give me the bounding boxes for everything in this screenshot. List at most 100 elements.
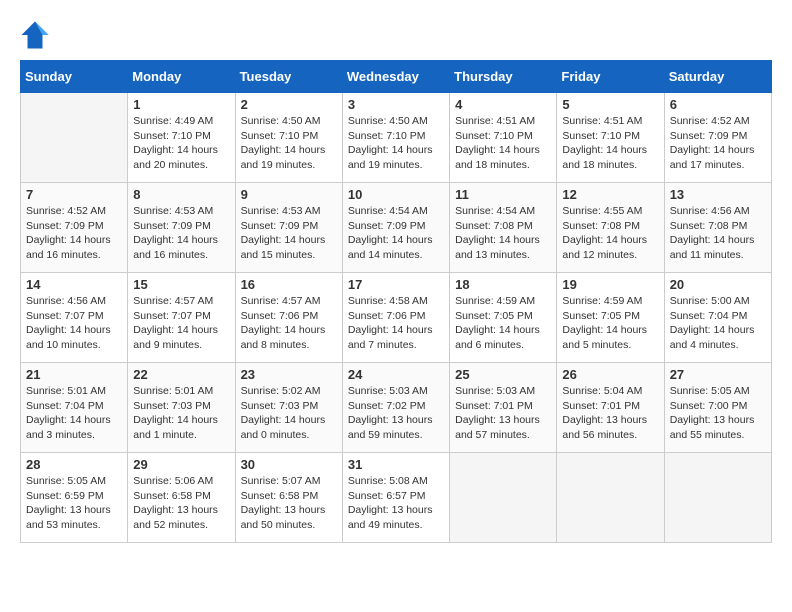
day-number: 9 — [241, 187, 337, 202]
day-info: Sunrise: 5:02 AM Sunset: 7:03 PM Dayligh… — [241, 384, 337, 443]
calendar-cell: 18Sunrise: 4:59 AM Sunset: 7:05 PM Dayli… — [450, 273, 557, 363]
day-info: Sunrise: 5:03 AM Sunset: 7:01 PM Dayligh… — [455, 384, 551, 443]
calendar-week-1: 1 Sunrise: 4:49 AM Sunset: 7:10 PM Daylig… — [21, 93, 772, 183]
calendar-cell: 1 Sunrise: 4:49 AM Sunset: 7:10 PM Daylig… — [128, 93, 235, 183]
day-info: Sunrise: 4:54 AM Sunset: 7:09 PM Dayligh… — [348, 204, 444, 263]
day-info: Sunrise: 4:57 AM Sunset: 7:07 PM Dayligh… — [133, 294, 229, 353]
calendar-week-5: 28 Sunrise: 5:05 AM Sunset: 6:59 PM Dayli… — [21, 453, 772, 543]
calendar-week-4: 21 Sunrise: 5:01 AM Sunset: 7:04 PM Dayli… — [21, 363, 772, 453]
calendar-cell — [21, 93, 128, 183]
day-number: 10 — [348, 187, 444, 202]
calendar-cell: 12Sunrise: 4:55 AM Sunset: 7:08 PM Dayli… — [557, 183, 664, 273]
weekday-header-thursday: Thursday — [450, 61, 557, 93]
page-header — [20, 20, 772, 50]
day-info: Sunrise: 4:56 AM Sunset: 7:07 PM Dayligh… — [26, 294, 122, 353]
day-info: Sunrise: 5:00 AM Sunset: 7:04 PM Dayligh… — [670, 294, 766, 353]
calendar-cell: 4 Sunrise: 4:51 AM Sunset: 7:10 PM Daylig… — [450, 93, 557, 183]
calendar-cell: 29Sunrise: 5:06 AM Sunset: 6:58 PM Dayli… — [128, 453, 235, 543]
calendar-cell: 31 Sunrise: 5:08 AM Sunset: 6:57 PM Dayli… — [342, 453, 449, 543]
day-number: 26 — [562, 367, 658, 382]
day-number: 14 — [26, 277, 122, 292]
weekday-header-saturday: Saturday — [664, 61, 771, 93]
day-number: 13 — [670, 187, 766, 202]
day-info: Sunrise: 4:51 AM Sunset: 7:10 PM Dayligh… — [455, 114, 551, 173]
day-number: 11 — [455, 187, 551, 202]
calendar-cell: 10 Sunrise: 4:54 AM Sunset: 7:09 PM Dayli… — [342, 183, 449, 273]
day-number: 6 — [670, 97, 766, 112]
calendar-cell: 17 Sunrise: 4:58 AM Sunset: 7:06 PM Dayli… — [342, 273, 449, 363]
day-number: 21 — [26, 367, 122, 382]
day-info: Sunrise: 5:07 AM Sunset: 6:58 PM Dayligh… — [241, 474, 337, 533]
day-number: 31 — [348, 457, 444, 472]
day-info: Sunrise: 4:53 AM Sunset: 7:09 PM Dayligh… — [133, 204, 229, 263]
day-info: Sunrise: 4:53 AM Sunset: 7:09 PM Dayligh… — [241, 204, 337, 263]
day-number: 24 — [348, 367, 444, 382]
day-info: Sunrise: 4:54 AM Sunset: 7:08 PM Dayligh… — [455, 204, 551, 263]
day-number: 3 — [348, 97, 444, 112]
day-info: Sunrise: 4:58 AM Sunset: 7:06 PM Dayligh… — [348, 294, 444, 353]
day-number: 19 — [562, 277, 658, 292]
day-number: 20 — [670, 277, 766, 292]
day-info: Sunrise: 4:56 AM Sunset: 7:08 PM Dayligh… — [670, 204, 766, 263]
calendar-cell — [664, 453, 771, 543]
day-info: Sunrise: 4:50 AM Sunset: 7:10 PM Dayligh… — [348, 114, 444, 173]
day-number: 12 — [562, 187, 658, 202]
calendar-cell: 6Sunrise: 4:52 AM Sunset: 7:09 PM Daylig… — [664, 93, 771, 183]
weekday-header-friday: Friday — [557, 61, 664, 93]
calendar-cell: 22Sunrise: 5:01 AM Sunset: 7:03 PM Dayli… — [128, 363, 235, 453]
calendar-cell: 15 Sunrise: 4:57 AM Sunset: 7:07 PM Dayli… — [128, 273, 235, 363]
day-number: 28 — [26, 457, 122, 472]
day-number: 5 — [562, 97, 658, 112]
weekday-header-wednesday: Wednesday — [342, 61, 449, 93]
logo-icon — [20, 20, 50, 50]
day-info: Sunrise: 5:01 AM Sunset: 7:04 PM Dayligh… — [26, 384, 122, 443]
calendar-cell: 13 Sunrise: 4:56 AM Sunset: 7:08 PM Dayli… — [664, 183, 771, 273]
day-number: 29 — [133, 457, 229, 472]
calendar-cell: 8 Sunrise: 4:53 AM Sunset: 7:09 PM Daylig… — [128, 183, 235, 273]
weekday-header-sunday: Sunday — [21, 61, 128, 93]
calendar-cell: 7 Sunrise: 4:52 AM Sunset: 7:09 PM Daylig… — [21, 183, 128, 273]
calendar-cell: 28 Sunrise: 5:05 AM Sunset: 6:59 PM Dayli… — [21, 453, 128, 543]
calendar-cell: 21 Sunrise: 5:01 AM Sunset: 7:04 PM Dayli… — [21, 363, 128, 453]
calendar-week-3: 14 Sunrise: 4:56 AM Sunset: 7:07 PM Dayli… — [21, 273, 772, 363]
day-info: Sunrise: 4:59 AM Sunset: 7:05 PM Dayligh… — [562, 294, 658, 353]
calendar-cell: 11 Sunrise: 4:54 AM Sunset: 7:08 PM Dayli… — [450, 183, 557, 273]
calendar-cell: 25 Sunrise: 5:03 AM Sunset: 7:01 PM Dayli… — [450, 363, 557, 453]
calendar-cell — [557, 453, 664, 543]
calendar-cell: 27 Sunrise: 5:05 AM Sunset: 7:00 PM Dayli… — [664, 363, 771, 453]
weekday-header-monday: Monday — [128, 61, 235, 93]
day-number: 30 — [241, 457, 337, 472]
calendar-cell: 14 Sunrise: 4:56 AM Sunset: 7:07 PM Dayli… — [21, 273, 128, 363]
day-info: Sunrise: 4:51 AM Sunset: 7:10 PM Dayligh… — [562, 114, 658, 173]
day-number: 25 — [455, 367, 551, 382]
weekday-header-row: SundayMondayTuesdayWednesdayThursdayFrid… — [21, 61, 772, 93]
day-number: 8 — [133, 187, 229, 202]
day-number: 17 — [348, 277, 444, 292]
day-info: Sunrise: 5:05 AM Sunset: 6:59 PM Dayligh… — [26, 474, 122, 533]
day-number: 1 — [133, 97, 229, 112]
day-number: 7 — [26, 187, 122, 202]
calendar-cell: 16Sunrise: 4:57 AM Sunset: 7:06 PM Dayli… — [235, 273, 342, 363]
day-info: Sunrise: 4:50 AM Sunset: 7:10 PM Dayligh… — [241, 114, 337, 173]
day-number: 27 — [670, 367, 766, 382]
day-info: Sunrise: 4:57 AM Sunset: 7:06 PM Dayligh… — [241, 294, 337, 353]
day-info: Sunrise: 4:52 AM Sunset: 7:09 PM Dayligh… — [26, 204, 122, 263]
calendar-cell: 19 Sunrise: 4:59 AM Sunset: 7:05 PM Dayli… — [557, 273, 664, 363]
calendar-table: SundayMondayTuesdayWednesdayThursdayFrid… — [20, 60, 772, 543]
day-number: 2 — [241, 97, 337, 112]
day-info: Sunrise: 5:05 AM Sunset: 7:00 PM Dayligh… — [670, 384, 766, 443]
calendar-cell — [450, 453, 557, 543]
day-number: 15 — [133, 277, 229, 292]
logo — [20, 20, 55, 50]
day-number: 4 — [455, 97, 551, 112]
weekday-header-tuesday: Tuesday — [235, 61, 342, 93]
calendar-week-2: 7 Sunrise: 4:52 AM Sunset: 7:09 PM Daylig… — [21, 183, 772, 273]
calendar-cell: 24 Sunrise: 5:03 AM Sunset: 7:02 PM Dayli… — [342, 363, 449, 453]
day-number: 18 — [455, 277, 551, 292]
calendar-cell: 9 Sunrise: 4:53 AM Sunset: 7:09 PM Daylig… — [235, 183, 342, 273]
day-info: Sunrise: 4:49 AM Sunset: 7:10 PM Dayligh… — [133, 114, 229, 173]
day-info: Sunrise: 5:03 AM Sunset: 7:02 PM Dayligh… — [348, 384, 444, 443]
calendar-cell: 20 Sunrise: 5:00 AM Sunset: 7:04 PM Dayli… — [664, 273, 771, 363]
day-info: Sunrise: 5:08 AM Sunset: 6:57 PM Dayligh… — [348, 474, 444, 533]
day-info: Sunrise: 5:04 AM Sunset: 7:01 PM Dayligh… — [562, 384, 658, 443]
